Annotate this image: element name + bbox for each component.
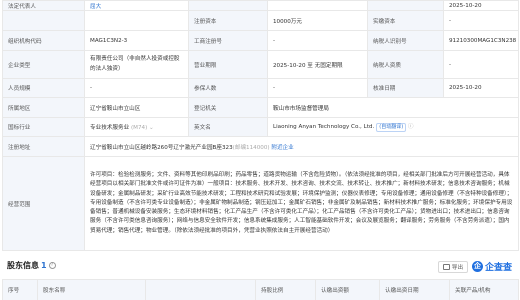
col-related-products: 关联产品/机构 [449,279,519,300]
industry-name: 专业技术服务业 [90,125,130,131]
legal-rep-name-link[interactable]: 屈大 [90,4,101,10]
taxpayer-quality-value: - [443,50,519,79]
authority-value: 鞍山市市场监督管理局 [267,97,519,118]
col-subscribed-date[interactable]: 认缴出资日期 [379,279,450,300]
industry-value: 专业技术服务业 (M74) ⌄ [84,117,189,137]
empty-value [84,10,189,31]
col-share-ratio[interactable]: 持股比例 [255,279,316,300]
business-term-value: 2025-10-20 至 无固定期限 [267,50,368,79]
col-shareholder-name: 股东名称 [37,279,146,300]
region-value: 辽宁省鞍山市立山区 [84,97,189,118]
english-name-text: Liaoning Anyan Technology Co., Ltd. [273,124,375,130]
industry-code: (M74) [130,125,148,131]
taxpayer-id-value: 91210300MAG1C3N238 [443,30,519,51]
region-label: 所属地区 [2,97,85,118]
company-type-label: 企业类型 [2,50,85,79]
address-value: 辽宁省鞍山市立山区越岭路260号辽宁激光产业园B座323(邮编114000) 附… [84,136,519,157]
reg-capital-label: 注册资本 [188,10,268,31]
logo-mark: 企 [472,261,483,272]
section-count: 1 [41,261,47,270]
legal-rep-label: 法定代表人 [2,0,85,11]
address-postcode: (邮编114000) [232,144,270,151]
industry-label: 国标行业 [2,117,85,137]
reg-capital-value: 10000万元 [267,10,368,31]
org-code-value: MAG1C3N2-3 [84,30,189,51]
shareholder-section-header: 股东信息 1 ? [7,260,56,271]
export-label: 导出 [451,265,464,271]
top-cell-value [267,0,368,11]
taxpayer-quality-label: 纳税人资质 [367,50,444,79]
approval-date-value: 2025-10-20 [443,78,519,98]
english-name-value: Liaoning Anyan Technology Co., Ltd. (自动翻译… [267,117,519,137]
staff-size-label: 人员规模 [2,78,85,98]
qichacha-logo: 企 企查查 [472,260,512,273]
section-title: 股东信息 [7,261,39,270]
legal-rep-value[interactable]: 屈大 [84,0,189,11]
company-type-value: 有限责任公司（非自然人投资或控股的法人独资） [84,50,189,79]
insured-value: - [267,78,368,98]
nearby-companies-link[interactable]: 附近企业 [271,145,293,151]
address-label: 注册地址 [2,136,85,157]
export-button[interactable]: 导出 [438,261,468,273]
export-icon [442,264,450,270]
col-subscribed-amount[interactable]: 认缴出资额 [315,279,380,300]
business-info-table: 法定代表人 屈大 2025-10-20 注册资本 10000万元 实缴资本 - … [2,0,519,251]
authority-label: 登记机关 [188,97,268,118]
paid-capital-value: - [443,10,519,31]
scope-label: 经营范围 [2,156,85,251]
scope-value: 许可项目：检验检测服务；文件、资料等其他印刷品印刷；药品零售；道路货物运输（不含… [84,156,519,251]
chevron-down-icon[interactable]: ⌄ [149,125,154,131]
empty-label [2,10,85,31]
logo-text: 企查查 [485,263,513,273]
col-index: 序号 [2,279,38,300]
insured-label: 参保人数 [188,78,268,98]
approved-date-top: 2025-10-20 [443,0,519,11]
help-icon[interactable]: ? [48,262,56,269]
top-cell-label [188,0,268,11]
taxpayer-id-label: 纳税人识别号 [367,30,444,51]
paid-capital-label: 实缴资本 [367,10,444,31]
biz-reg-no-label: 工商注册号 [188,30,268,51]
shareholder-table-header: 序号 股东名称 持股比例 认缴出资额 认缴出资日期 关联产品/机构 [2,279,519,300]
auto-translate-tag: (自动翻译) [376,123,407,132]
top-cell-label-2 [367,0,444,11]
help-circle-icon[interactable]: ⓘ [406,124,414,130]
biz-reg-no-value: - [267,30,368,51]
business-term-label: 营业期限 [188,50,268,79]
address-text: 辽宁省鞍山市立山区越岭路260号辽宁激光产业园B座323 [90,144,233,151]
approval-date-label: 核准日期 [367,78,444,98]
english-name-label: 英文名 [188,117,268,137]
org-code-label: 组织机构代码 [2,30,85,51]
staff-size-value: - [84,78,189,98]
col-blank [145,279,256,300]
